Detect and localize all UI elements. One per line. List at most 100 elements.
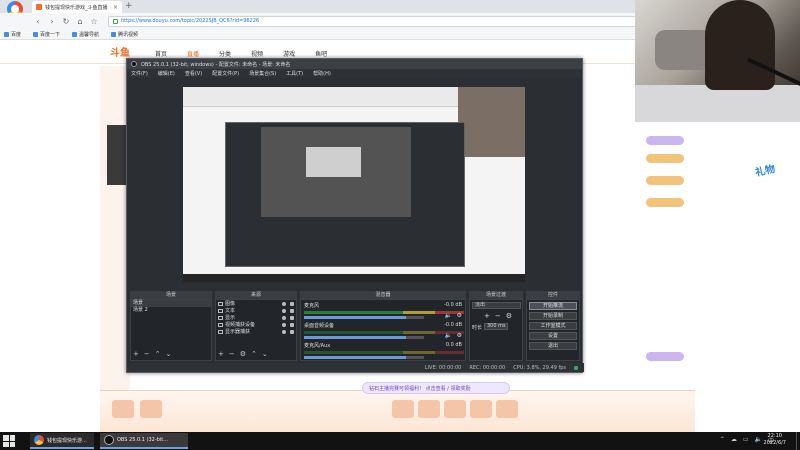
remove-transition-button[interactable]: − (495, 312, 501, 320)
exit-button[interactable]: 退出 (529, 342, 577, 350)
obs-menu-help[interactable]: 帮助(H) (313, 70, 331, 77)
obs-preview-canvas[interactable] (183, 87, 525, 282)
chat-badge[interactable] (646, 136, 684, 145)
studio-mode-button[interactable]: 工作室模式 (529, 322, 577, 330)
settings-button[interactable]: 设置 (529, 332, 577, 340)
remove-source-button[interactable]: − (229, 350, 235, 358)
tray-expand-icon[interactable]: ⌃ (720, 436, 725, 445)
douyu-nav-item[interactable]: 分类 (219, 49, 231, 58)
source-item[interactable]: 图像 (216, 300, 296, 307)
gift-icon[interactable] (140, 400, 162, 418)
transition-gear-icon[interactable]: ⚙ (506, 312, 512, 320)
lock-icon[interactable] (290, 329, 294, 334)
move-up-button[interactable]: ⌃ (251, 350, 257, 358)
chat-badge[interactable] (646, 198, 684, 207)
address-bar[interactable]: https://www.douyu.com/topic/2022SJB_QC6?… (108, 15, 698, 27)
lock-icon[interactable] (290, 322, 294, 327)
move-down-button[interactable]: ⌄ (166, 350, 172, 358)
douyu-logo[interactable]: 斗鱼 (110, 44, 130, 59)
tray-volume-icon[interactable]: 🔈 (755, 436, 762, 445)
start-recording-button[interactable]: 开始录制 (529, 312, 577, 320)
douyu-promo-banner[interactable]: 钻石主播完赛可领福利！ 点击查看 / 领取奖励 (362, 382, 510, 394)
douyu-nav-item[interactable]: 直播 (187, 49, 199, 58)
remove-scene-button[interactable]: − (144, 350, 150, 358)
bookmark-item[interactable]: 温馨导航 (72, 31, 99, 38)
taskbar-obs-item[interactable]: OBS 25.0.1 (32-bit... (100, 433, 188, 449)
gift-icon[interactable] (392, 400, 414, 418)
douyu-nav-item[interactable]: 游戏 (283, 49, 295, 58)
lock-icon[interactable] (290, 315, 294, 320)
bookmark-star-icon[interactable]: ☆ (90, 17, 98, 26)
chat-badge[interactable] (646, 352, 684, 361)
obs-menu-file[interactable]: 文件(F) (131, 70, 148, 77)
source-item[interactable]: 视频捕获设备 (216, 321, 296, 328)
source-item[interactable]: 显示 (216, 314, 296, 321)
tray-cloud-icon[interactable]: ☁ (731, 436, 737, 445)
obs-menu-view[interactable]: 查看(V) (185, 70, 202, 77)
mute-speaker-icon[interactable]: 🔈 (445, 312, 452, 319)
move-up-button[interactable]: ⌃ (155, 350, 161, 358)
show-desktop-button[interactable] (796, 432, 800, 450)
visibility-eye-icon[interactable] (282, 322, 286, 327)
douyu-nav-item[interactable]: 鱼吧 (315, 49, 327, 58)
gift-icon[interactable] (418, 400, 440, 418)
douyu-nav-item[interactable]: 首页 (155, 49, 167, 58)
douyu-nav-item[interactable]: 视频 (251, 49, 263, 58)
scene-item[interactable]: 场景 (131, 300, 211, 307)
bookmark-item[interactable]: 腾讯视频 (111, 31, 138, 38)
visibility-eye-icon[interactable] (282, 301, 286, 306)
new-tab-button[interactable]: + (125, 1, 133, 12)
chat-badge[interactable] (646, 176, 684, 185)
mute-speaker-icon[interactable]: 🔈 (445, 332, 452, 339)
transition-select[interactable]: 淡出 (472, 302, 521, 309)
gear-icon[interactable]: ⚙ (457, 312, 462, 319)
obs-menu-edit[interactable]: 编辑(E) (158, 70, 175, 77)
volume-slider[interactable] (304, 316, 424, 319)
browser-tab[interactable]: 钱包提现快乐游戏_斗鱼直播 × (32, 1, 122, 13)
taskbar-browser-item[interactable]: 钱包提现快乐游... (30, 433, 94, 449)
douyu-gift-mascot[interactable]: 礼物 (754, 160, 776, 179)
secure-lock-icon (113, 18, 118, 24)
chat-badge[interactable] (646, 154, 684, 163)
gift-icon[interactable] (112, 400, 134, 418)
add-transition-button[interactable]: + (484, 312, 490, 320)
scene-item[interactable]: 场景 2 (131, 307, 211, 314)
visibility-eye-icon[interactable] (282, 315, 286, 320)
volume-slider[interactable] (304, 356, 424, 359)
mixer-track-name: 麦克风 (304, 303, 320, 309)
obs-menu-tools[interactable]: 工具(T) (286, 70, 303, 77)
close-tab-icon[interactable]: × (113, 4, 118, 11)
tray-network-icon[interactable]: ▭ (743, 436, 749, 445)
forward-icon[interactable]: › (48, 17, 56, 26)
visibility-eye-icon[interactable] (282, 329, 286, 334)
gift-icon[interactable] (496, 400, 518, 418)
gift-icon[interactable] (444, 400, 466, 418)
add-scene-button[interactable]: + (133, 350, 139, 358)
source-item[interactable]: 文本 (216, 307, 296, 314)
start-streaming-button[interactable]: 开始推流 (529, 302, 577, 310)
transition-duration-input[interactable]: 300 ms (484, 323, 508, 330)
reload-icon[interactable]: ↻ (62, 17, 70, 26)
lock-icon[interactable] (290, 308, 294, 313)
address-bar-url[interactable]: https://www.douyu.com/topic/2022SJB_QC6?… (121, 18, 259, 24)
obs-titlebar[interactable]: OBS 25.0.1 (32-bit, windows) - 配置文件: 未命名… (127, 59, 582, 69)
system-clock[interactable]: 22:10 2022/6/7 (764, 433, 786, 447)
lock-icon[interactable] (290, 301, 294, 306)
obs-menu-scene-collection[interactable]: 场景集合(S) (249, 70, 276, 77)
mixer-track: 桌面音频设备 -0.0 dB 🔈 ⚙ (304, 322, 464, 339)
volume-slider[interactable] (304, 336, 424, 339)
move-down-button[interactable]: ⌄ (262, 350, 268, 358)
windows-start-icon[interactable] (3, 435, 15, 447)
source-item[interactable]: 显示器捕获 (216, 328, 296, 335)
obs-menu-profile[interactable]: 配置文件(P) (212, 70, 239, 77)
bookmark-item[interactable]: 百度 (4, 31, 21, 38)
add-source-button[interactable]: + (218, 350, 224, 358)
source-settings-button[interactable]: ⚙ (240, 350, 246, 358)
gear-icon[interactable]: ⚙ (457, 332, 462, 339)
home-icon[interactable]: ⌂ (76, 17, 84, 26)
audio-mixer-panel: 麦克风 -0.0 dB 🔈 ⚙ 桌面音频设备 -0.0 dB 🔈 ⚙ 麦克风/A… (300, 299, 466, 361)
back-icon[interactable]: ‹ (34, 17, 42, 26)
gift-icon[interactable] (470, 400, 492, 418)
bookmark-item[interactable]: 百度一下 (33, 31, 60, 38)
visibility-eye-icon[interactable] (282, 308, 286, 313)
